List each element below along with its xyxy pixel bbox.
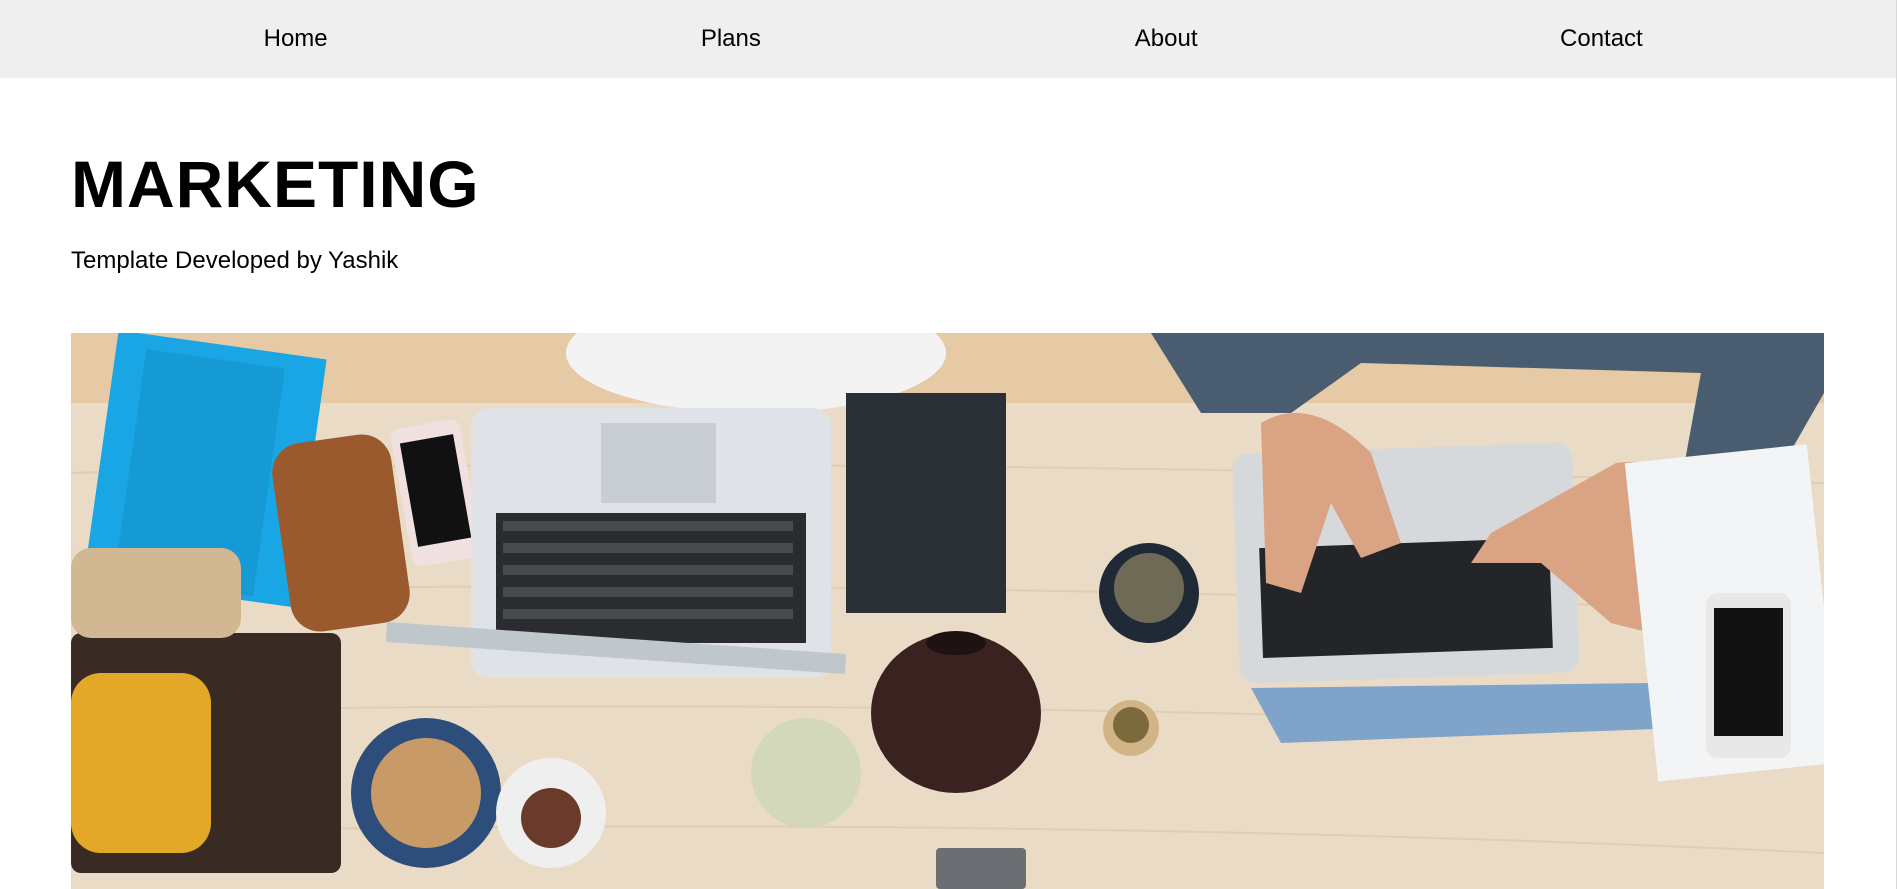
nav-contact-link[interactable]: Contact [1501, 25, 1701, 53]
hero-image [71, 333, 1824, 889]
desk-workspace-illustration [71, 333, 1824, 889]
nav-home-link[interactable]: Home [196, 25, 396, 53]
page-subtitle: Template Developed by Yashik [71, 247, 399, 274]
page-title: MARKETING [71, 147, 480, 221]
nav-plans-link[interactable]: Plans [631, 25, 831, 53]
top-navigation: Home Plans About Contact [0, 0, 1897, 78]
nav-about-link[interactable]: About [1066, 25, 1266, 53]
